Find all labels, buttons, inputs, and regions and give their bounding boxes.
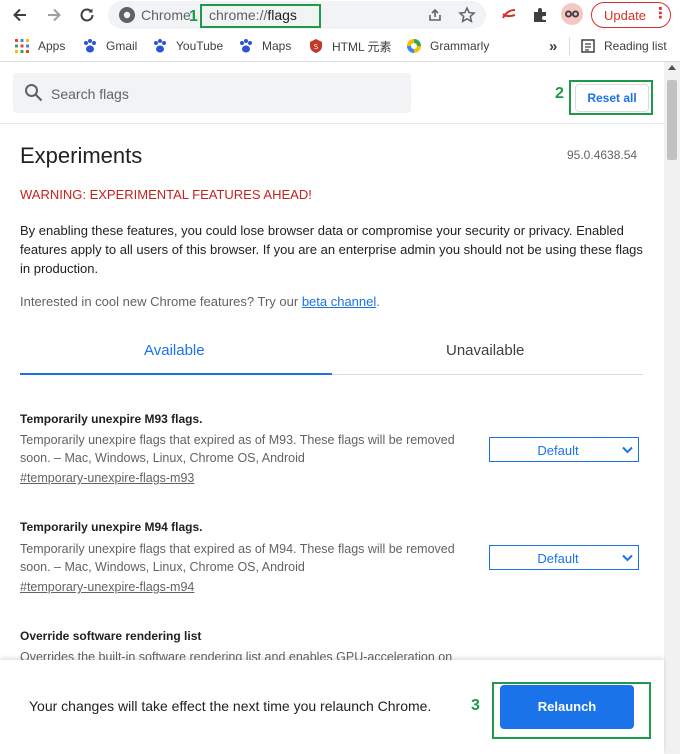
site-label: Chrome — [141, 7, 191, 23]
experiment-description: Temporarily unexpire flags that expired … — [20, 542, 455, 574]
beta-channel-link[interactable]: beta channel — [302, 294, 376, 309]
back-button[interactable] — [8, 3, 32, 27]
annotation-highlight-reset — [569, 80, 653, 115]
experiment-title: Temporarily unexpire M93 flags. — [20, 412, 203, 426]
bookmark-maps[interactable]: Maps — [238, 37, 291, 55]
annotation-number-2: 2 — [555, 85, 564, 102]
page-scrollbar[interactable] — [664, 62, 680, 754]
experiment-select[interactable]: Default — [489, 437, 639, 462]
avatar-glasses-icon — [565, 10, 579, 18]
annotation-number-3: 3 — [471, 697, 480, 714]
forward-arrow-icon — [48, 8, 61, 22]
annotation-number-1: 1 — [189, 8, 198, 25]
forward-button[interactable] — [42, 3, 66, 27]
bookmark-label: Grammarly — [430, 39, 490, 53]
active-tab-indicator — [20, 373, 332, 375]
reload-icon — [80, 8, 94, 22]
experiment-link[interactable]: #temporary-unexpire-flags-m94 — [20, 580, 194, 594]
extensions-puzzle-icon[interactable] — [531, 6, 549, 24]
back-arrow-icon — [13, 8, 26, 22]
tab-available[interactable]: Available — [144, 342, 205, 359]
reload-button[interactable] — [75, 3, 99, 27]
bookmark-apps[interactable]: Apps — [14, 37, 65, 55]
page-title: Experiments — [20, 143, 143, 168]
html-shield-icon: S — [308, 38, 324, 54]
annotation-highlight-url — [200, 4, 321, 28]
experiment-description: Temporarily unexpire flags that expired … — [20, 433, 455, 465]
search-flags-input[interactable] — [49, 83, 393, 105]
chevron-down-icon — [622, 446, 633, 454]
bookmark-label: Maps — [262, 39, 292, 53]
bookmark-grammarly[interactable]: Grammarly — [406, 37, 489, 55]
scroll-up-arrow-icon[interactable] — [668, 65, 676, 70]
browser-toolbar: Chrome chrome://flags Update ⋮ — [0, 0, 680, 30]
svg-text:S: S — [314, 43, 319, 51]
share-icon[interactable] — [426, 6, 444, 24]
relaunch-message: Your changes will take effect the next t… — [29, 698, 432, 714]
grammarly-icon — [406, 38, 422, 54]
update-label: Update — [604, 8, 646, 23]
bookmark-star-icon[interactable] — [458, 6, 476, 24]
intro-text: By enabling these features, you could lo… — [20, 223, 643, 276]
paw-icon — [152, 38, 168, 54]
warning-text: WARNING: EXPERIMENTAL FEATURES AHEAD! — [20, 187, 312, 202]
annotation-highlight-relaunch — [492, 682, 651, 739]
chevron-down-icon — [622, 554, 633, 562]
reading-list-icon — [580, 38, 596, 54]
scroll-thumb[interactable] — [667, 80, 677, 160]
bookmark-html[interactable]: S HTML 元素 — [308, 37, 392, 55]
version-number: 95.0.4638.54 — [567, 148, 638, 162]
bookmark-label: Apps — [38, 39, 66, 53]
reading-list-button[interactable]: Reading list — [580, 37, 667, 55]
bookmark-label: YouTube — [176, 39, 224, 53]
experiment-select[interactable]: Default — [489, 545, 639, 570]
bookmark-label: HTML 元素 — [332, 39, 392, 54]
search-icon — [25, 84, 43, 102]
extension-red-icon[interactable] — [500, 6, 518, 24]
experiment-title: Override software rendering list — [20, 629, 202, 643]
tab-unavailable[interactable]: Unavailable — [446, 342, 524, 359]
bookmark-gmail[interactable]: Gmail — [82, 37, 137, 55]
profile-avatar[interactable] — [561, 3, 583, 25]
menu-dots-icon: ⋮ — [653, 5, 668, 22]
bookmarks-bar: Apps Gmail YouTube Maps S HTML 元素 Gramma… — [0, 30, 680, 62]
paw-icon — [82, 38, 98, 54]
select-value: Default — [537, 443, 579, 458]
interested-suffix: . — [376, 294, 380, 309]
select-value: Default — [537, 551, 579, 566]
interested-text: Interested in cool new Chrome features? … — [20, 294, 380, 309]
bookmarks-divider — [569, 37, 570, 55]
flags-header — [0, 62, 664, 124]
search-flags-box[interactable] — [13, 73, 411, 113]
experiment-title: Temporarily unexpire M94 flags. — [20, 520, 203, 534]
bookmark-label: Gmail — [106, 39, 138, 53]
chrome-site-icon — [119, 7, 135, 23]
bookmark-youtube[interactable]: YouTube — [152, 37, 223, 55]
experiment-link[interactable]: #temporary-unexpire-flags-m93 — [20, 471, 194, 485]
paw-icon — [238, 38, 254, 54]
bookmarks-overflow-button[interactable]: » — [549, 37, 557, 55]
update-button[interactable]: Update ⋮ — [591, 2, 671, 28]
interested-prefix: Interested in cool new Chrome features? … — [20, 294, 302, 309]
reading-list-label: Reading list — [604, 39, 667, 53]
apps-grid-icon — [14, 38, 30, 54]
